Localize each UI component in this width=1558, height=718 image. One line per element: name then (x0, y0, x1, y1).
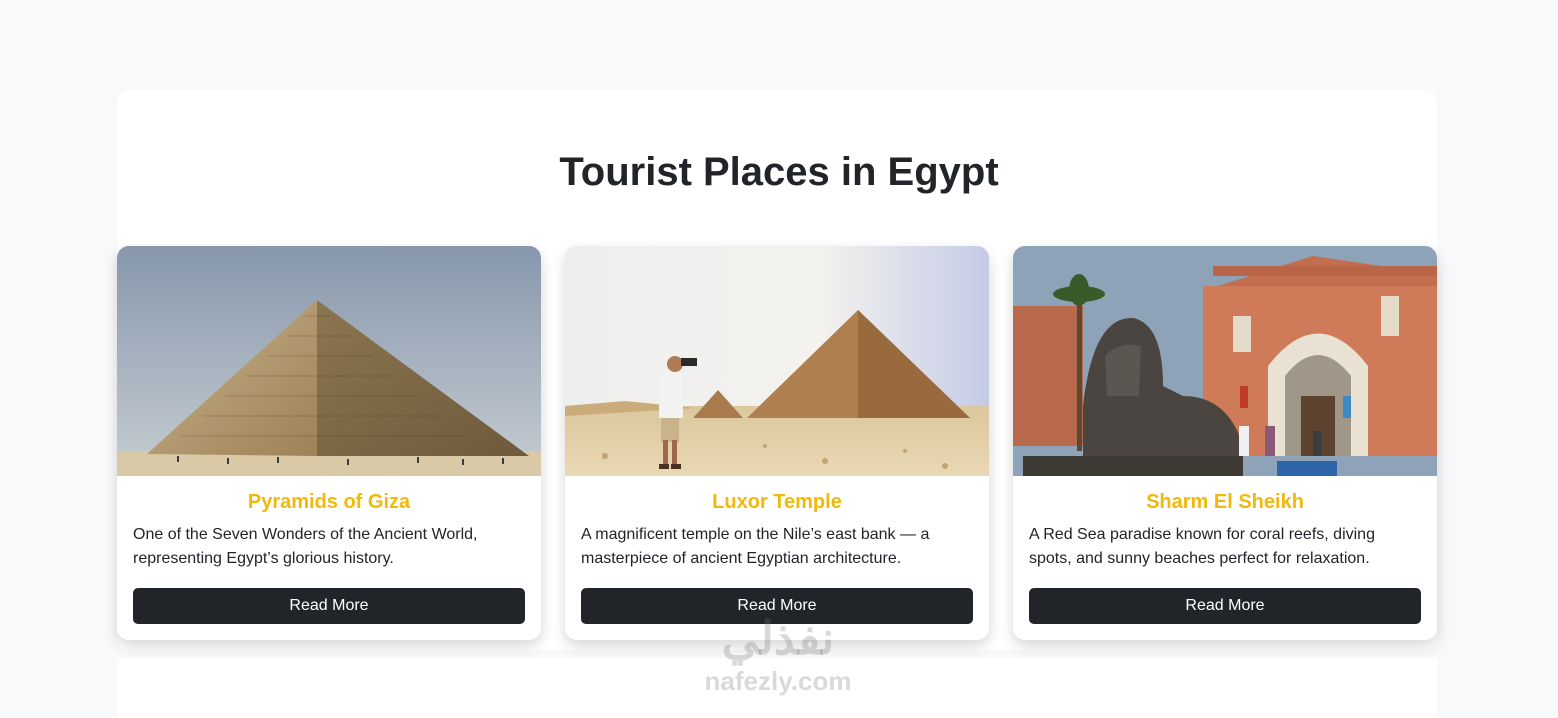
card-title: Pyramids of Giza (247, 491, 411, 513)
read-more-button[interactable]: Read More (1029, 588, 1421, 624)
great-pyramid-photo (117, 246, 541, 476)
place-card-pyramids: Pyramids of Giza One of the Seven Wonder… (117, 246, 541, 640)
card-description: A magnificent temple on the Nile’s east … (581, 526, 930, 567)
next-section (117, 658, 1437, 718)
place-card-luxor: Luxor Temple A magnificent temple on the… (565, 246, 989, 640)
egyptian-museum-sphinx-photo (1013, 246, 1437, 476)
card-description: A Red Sea paradise known for coral reefs… (1029, 526, 1375, 567)
read-more-button[interactable]: Read More (581, 588, 973, 624)
page-title: Tourist Places in Egypt (559, 150, 999, 194)
cards-grid: Pyramids of Giza One of the Seven Wonder… (117, 246, 1437, 640)
place-card-sharm: Sharm El Sheikh A Red Sea paradise known… (1013, 246, 1437, 640)
card-title: Luxor Temple (712, 491, 842, 513)
card-description: One of the Seven Wonders of the Ancient … (133, 526, 478, 567)
read-more-button[interactable]: Read More (133, 588, 525, 624)
photographer-pyramids-photo (565, 246, 989, 476)
card-title: Sharm El Sheikh (1146, 491, 1304, 513)
